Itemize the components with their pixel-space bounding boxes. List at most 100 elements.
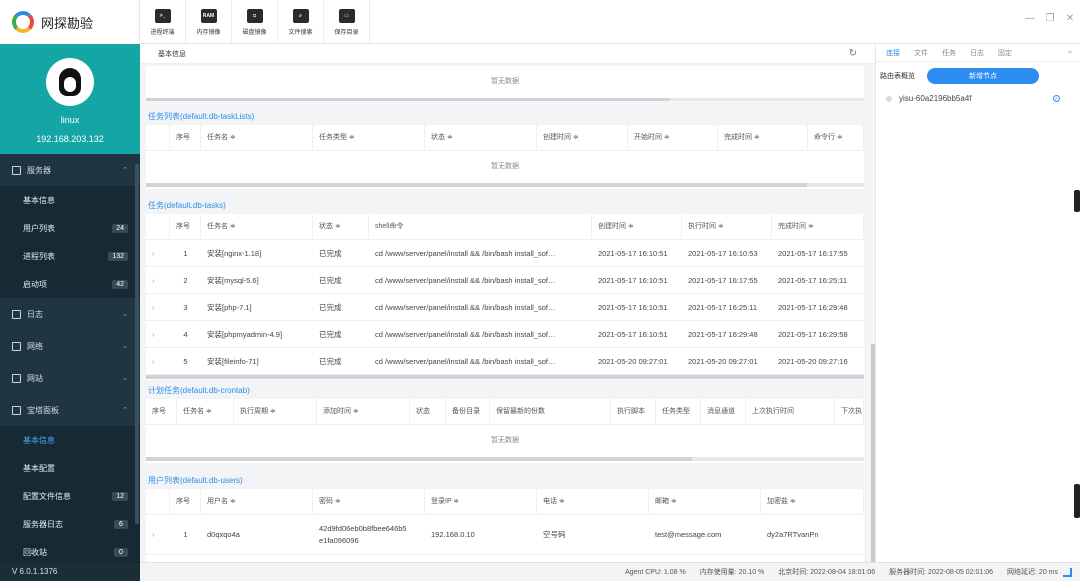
tab-pinned[interactable]: 固定 [998, 48, 1012, 58]
table-row[interactable]: › 2 安装[mysql-5.6] 已完成 cd /www/server/pan… [146, 267, 864, 294]
table-row[interactable]: › 3 安装[php-7.1] 已完成 cd /www/server/panel… [146, 294, 864, 321]
column-header[interactable]: 用户名 ≑ [201, 489, 313, 515]
column-header[interactable]: 命令行 ≑ [808, 125, 864, 151]
column-header[interactable]: 邮箱 ≑ [649, 489, 761, 515]
column-header[interactable]: shell命令 [369, 214, 592, 240]
table-row[interactable]: › 5 安装[fileinfo-71] 已完成 cd /www/server/p… [146, 348, 864, 375]
expand-chevron-icon[interactable]: › [146, 330, 170, 339]
column-header[interactable]: 任务名 ≑ [177, 399, 234, 425]
agent-cpu: Agent CPU: 1.08 % [624, 568, 686, 576]
sidebar-group-website[interactable]: 网站 ⌄ [0, 362, 140, 394]
expand-chevron-icon[interactable]: › [146, 357, 170, 366]
sidebar-item-process-list[interactable]: 进程列表 132 [0, 242, 140, 270]
toolbar-terminal-button[interactable]: >_ 进程终端 [140, 0, 186, 44]
tab-files[interactable]: 文件 [914, 48, 928, 58]
close-icon[interactable]: ✕ [1060, 13, 1080, 24]
sidebar-item-startup[interactable]: 启动项 42 [0, 270, 140, 298]
toolbar-ram-button[interactable]: RAM 内存镜像 [186, 0, 232, 44]
cell-done: 2021-05-17 16:17:55 [778, 248, 848, 258]
column-header[interactable]: 电话 ≑ [537, 489, 649, 515]
sidebar-item-recycle-bin[interactable]: 回收站 0 [0, 538, 140, 566]
toolbar-file-search-button[interactable]: ⌕ 文件搜索 [278, 0, 324, 44]
column-header[interactable]: 开始时间 ≑ [628, 125, 718, 151]
tab-logs[interactable]: 日志 [970, 48, 984, 58]
column-header[interactable]: 任务类型 ≑ [313, 125, 425, 151]
expand-chevron-icon[interactable]: › [146, 303, 170, 312]
column-header[interactable]: 序号 [170, 125, 201, 151]
column-header[interactable]: 消息通道 [701, 399, 746, 425]
column-header[interactable]: 添加时间 ≑ [317, 399, 410, 425]
column-header[interactable]: 状态 ≑ [313, 214, 369, 240]
node-item[interactable]: yisu-60a2196bb5a4f ✓ [876, 90, 1080, 107]
right-tabs: 连接 文件 任务 日志 固定 » [876, 44, 1080, 62]
column-header[interactable]: 执行周期 ≑ [234, 399, 317, 425]
table-row[interactable]: › 1 安装[nginx-1.18] 已完成 cd /www/server/pa… [146, 240, 864, 267]
cell-task-name: 安装[mysql-5.6] [207, 275, 259, 285]
sidebar-item-basic-info[interactable]: 基本信息 [0, 186, 140, 214]
crontab-table: 序号 任务名 ≑ 执行周期 ≑ 添加时间 ≑ 状态 备份目录 保留最新的份数 执… [146, 399, 864, 463]
tab-tasks[interactable]: 任务 [942, 48, 956, 58]
logo-icon [12, 11, 34, 33]
sidebar-item-user-list[interactable]: 用户列表 24 [0, 214, 140, 242]
sidebar-item-label: 回收站 [23, 547, 47, 557]
column-header[interactable]: 创建时间 ≑ [592, 214, 682, 240]
sidebar-item-panel-basic-info[interactable]: 基本信息 [0, 426, 140, 454]
sidebar-group-server[interactable]: 服务器 ⌃ [0, 154, 140, 186]
add-node-button[interactable]: 新增节点 [927, 68, 1039, 84]
refresh-icon[interactable]: ↻ [849, 48, 857, 59]
toolbar-disk-button[interactable]: ◘ 磁盘镜像 [232, 0, 278, 44]
signal-icon [1063, 568, 1072, 577]
maximize-icon[interactable]: ❐ [1040, 13, 1060, 24]
sidebar-group-log[interactable]: 日志 ⌄ [0, 298, 140, 330]
column-header[interactable]: 完成时间 ≑ [772, 214, 864, 240]
expand-chevron-icon[interactable]: › [146, 530, 170, 539]
expand-chevron-icon[interactable]: › [146, 276, 170, 285]
column-header[interactable]: 序号 [146, 399, 177, 425]
expand-chevron-icon[interactable]: › [146, 249, 170, 258]
chevron-down-icon: ⌄ [122, 311, 128, 318]
column-header[interactable]: 执行脚本 [611, 399, 656, 425]
sidebar-item-panel-config[interactable]: 基本配置 [0, 454, 140, 482]
column-header[interactable]: 任务名 ≑ [201, 214, 313, 240]
column-header[interactable]: 备份目录 [446, 399, 490, 425]
folder-icon: ▭ [338, 8, 355, 23]
sidebar-item-config-files[interactable]: 配置文件信息 12 [0, 482, 140, 510]
app-version: V 6.0.1.1376 [0, 563, 140, 581]
column-header[interactable]: 密码 ≑ [313, 489, 425, 515]
tab-connect[interactable]: 连接 [886, 48, 900, 58]
cell-phone: 空号码 [543, 530, 566, 539]
column-header[interactable]: 登录IP ≑ [425, 489, 537, 515]
sidebar-group-network[interactable]: 网络 ⌄ [0, 330, 140, 362]
edge-handle[interactable] [1074, 190, 1080, 212]
toolbar-save-dir-button[interactable]: ▭ 保存目录 [324, 0, 370, 44]
horizontal-scrollbar[interactable] [146, 98, 864, 101]
column-header[interactable]: 任务名 ≑ [201, 125, 313, 151]
horizontal-scrollbar[interactable] [146, 375, 864, 379]
column-header[interactable]: 任务类型 [656, 399, 701, 425]
minimize-icon[interactable]: — [1020, 13, 1040, 24]
cell-created: 2021-05-17 16:10:51 [598, 248, 668, 258]
sidebar-group-bt-panel[interactable]: 宝塔面板 ⌃ [0, 394, 140, 426]
column-header[interactable]: 序号 [170, 489, 201, 515]
more-tabs-icon[interactable]: » [1068, 49, 1072, 56]
horizontal-scrollbar[interactable] [146, 183, 864, 187]
sidebar-group-label: 网络 [27, 341, 43, 351]
column-header[interactable]: 创建时间 ≑ [537, 125, 628, 151]
sidebar-item-label: 配置文件信息 [23, 491, 71, 501]
column-header[interactable]: 完成时间 ≑ [718, 125, 808, 151]
column-header[interactable]: 保留最新的份数 [490, 399, 611, 425]
horizontal-scrollbar[interactable] [146, 457, 864, 461]
column-header[interactable]: 执行时间 ≑ [682, 214, 772, 240]
column-header[interactable]: 加密盐 ≑ [761, 489, 864, 515]
table-row[interactable]: › 4 安装[phpmyadmin-4.9] 已完成 cd /www/serve… [146, 321, 864, 348]
sidebar-scrollbar[interactable] [135, 164, 139, 524]
column-header[interactable]: 序号 [170, 214, 201, 240]
column-header[interactable]: 状态 [410, 399, 446, 425]
column-header[interactable]: 上次执行时间 [746, 399, 835, 425]
sidebar-item-server-log[interactable]: 服务器日志 6 [0, 510, 140, 538]
column-header[interactable]: 状态 ≑ [425, 125, 537, 151]
sidebar-group-label: 宝塔面板 [27, 405, 59, 415]
edge-handle[interactable] [1074, 484, 1080, 518]
table-row[interactable]: › 1 d0qxqo4a 42d9fd06eb0b8fbee646b5 e1fa0… [146, 515, 864, 555]
column-header[interactable]: 下次执 [835, 399, 864, 425]
